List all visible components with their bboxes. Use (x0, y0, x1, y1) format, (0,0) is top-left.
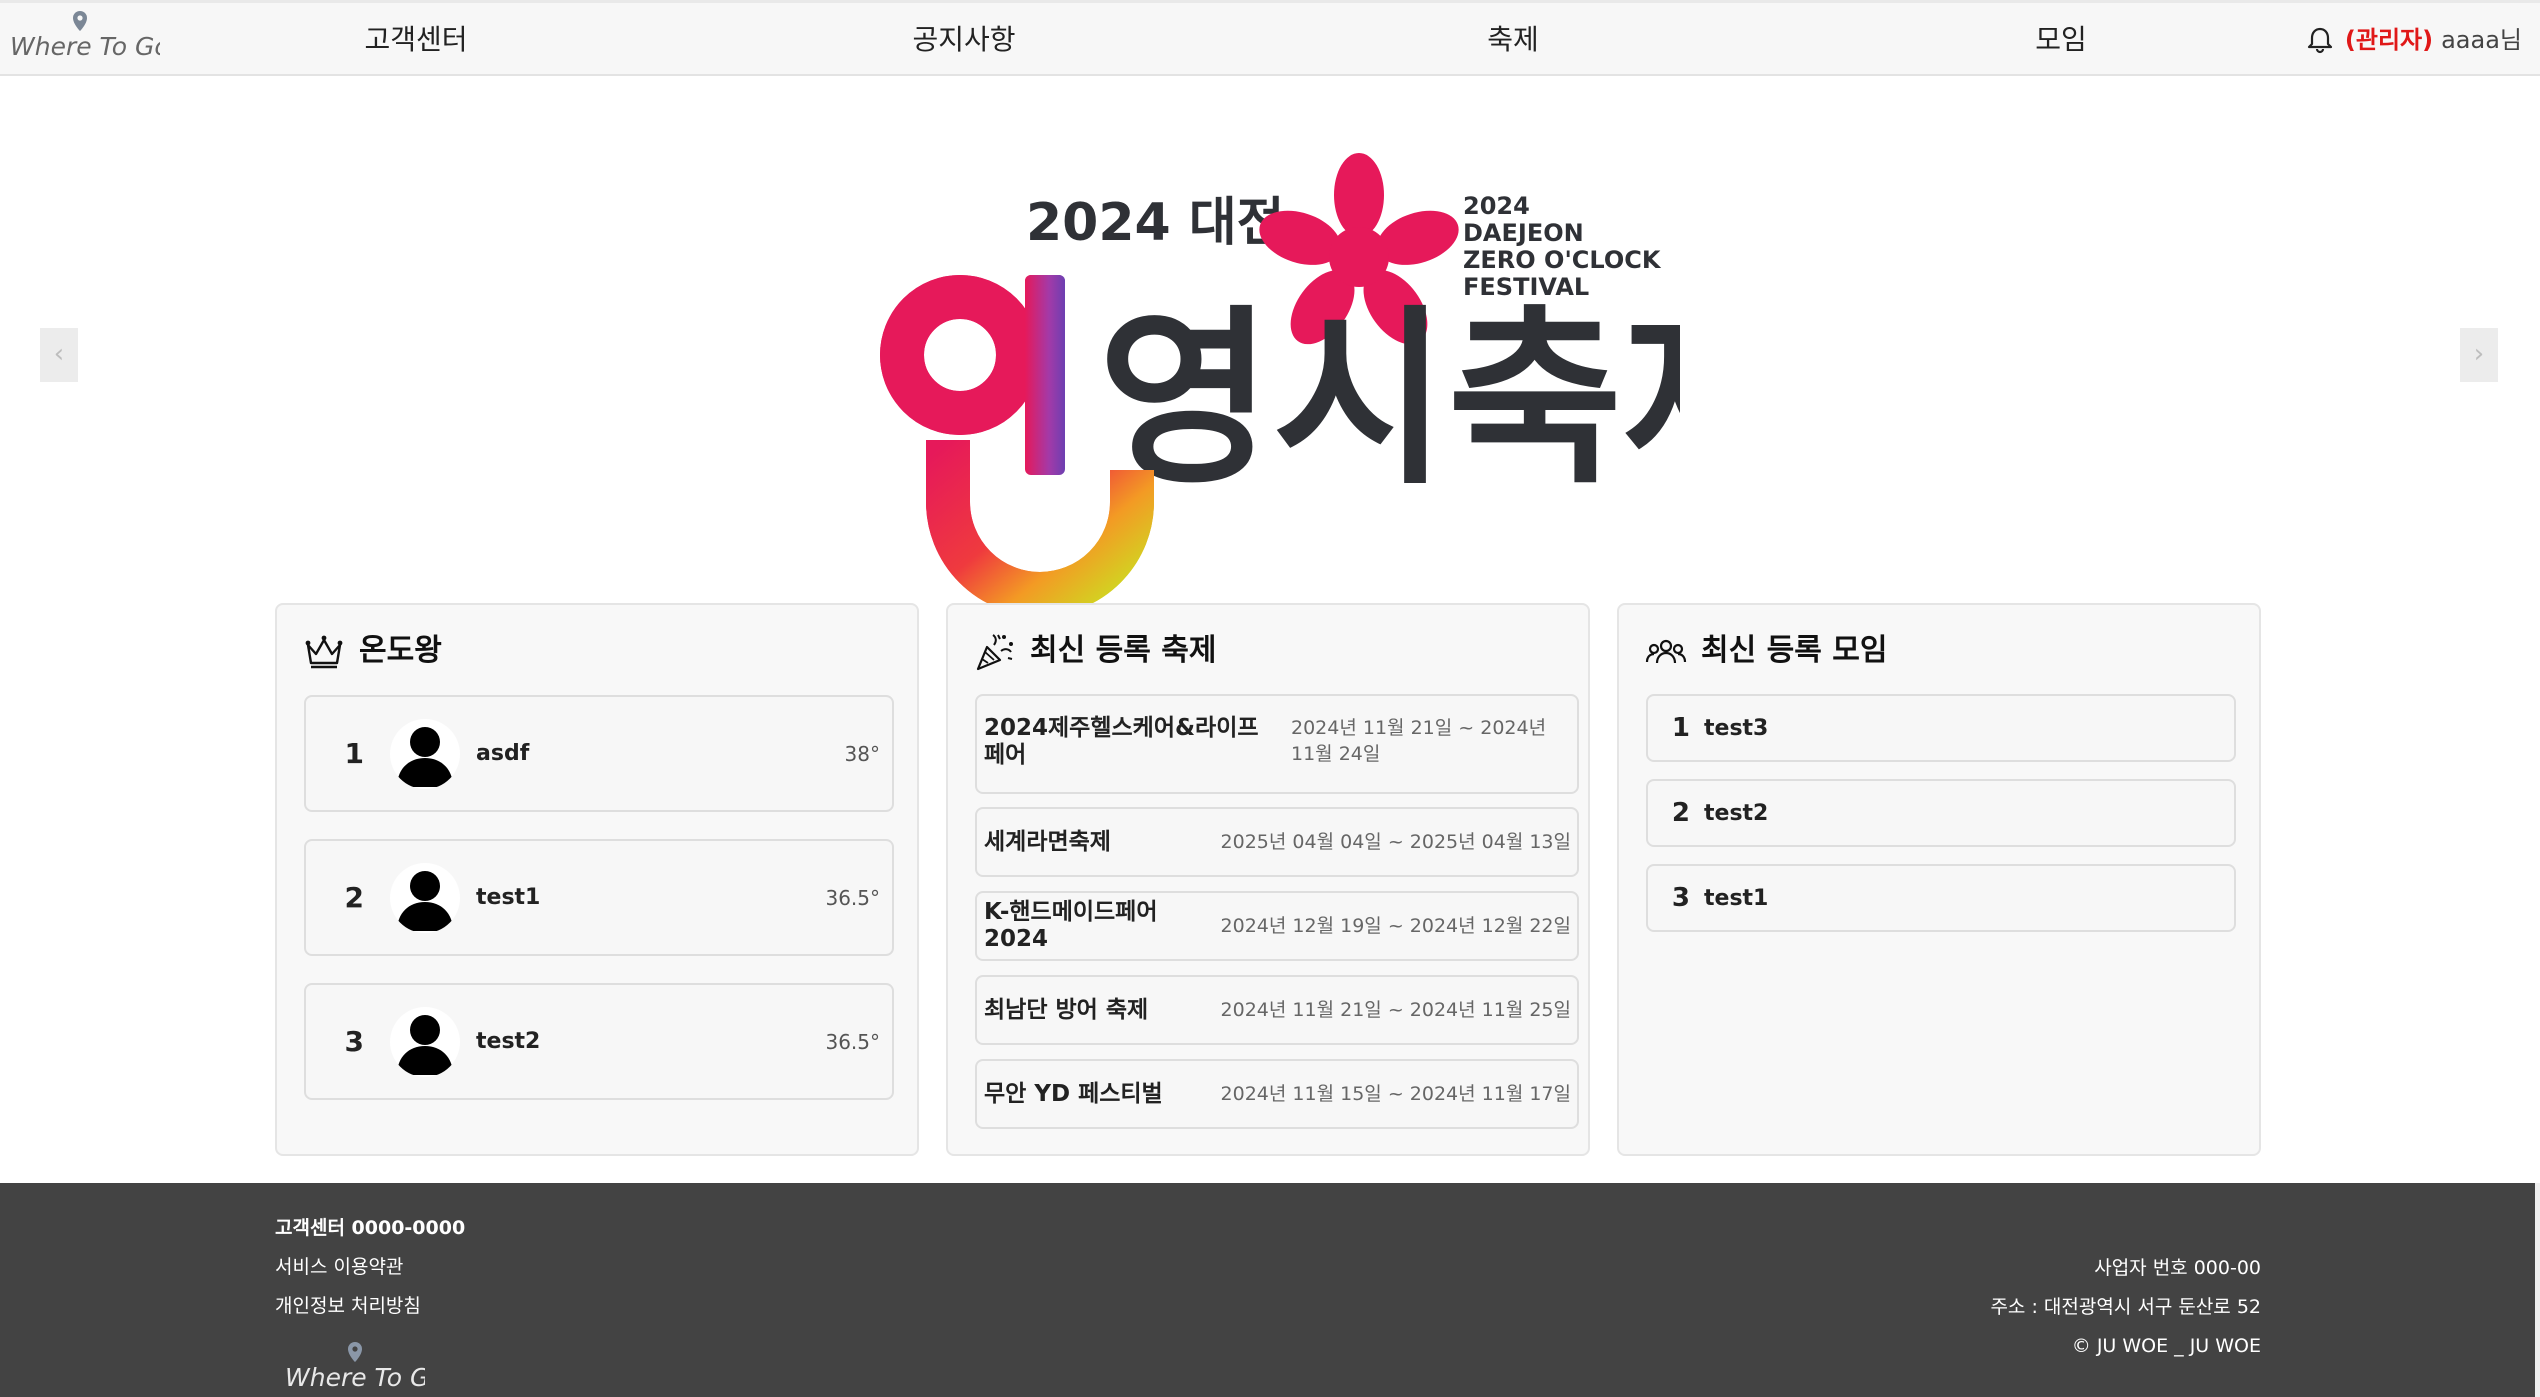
festivals-card-header: 최신 등록 축제 (974, 631, 1217, 671)
footer-copyright: © JU WOE _ JU WOE (2071, 1335, 2261, 1357)
meeting-number: 1 (1671, 713, 1690, 743)
crown-icon (303, 631, 345, 671)
ranking-item[interactable]: 3 test2 36.5° (304, 983, 894, 1100)
meeting-item[interactable]: 3 test1 (1646, 864, 2236, 932)
festival-name: 세계라면축제 (984, 828, 1111, 855)
meetings-card-title: 최신 등록 모임 (1701, 633, 1888, 668)
ranking-number: 1 (344, 737, 364, 770)
festival-dates: 2024년 11월 21일 ~ 2024년 11월 25일 (1220, 999, 1571, 1021)
nav-festivals[interactable]: 축제 (1487, 22, 1539, 58)
top-navigation-bar: Where To Go 고객센터 공지사항 축제 모임 (관리자) aaaa님 (0, 0, 2540, 76)
admin-badge: (관리자) (2344, 26, 2434, 54)
footer-business-number: 사업자 번호 000-00 (2094, 1257, 2261, 1279)
temperature-ranking-card: 온도왕 1 asdf 38° 2 test1 36.5° 3 test2 36.… (275, 603, 919, 1156)
meeting-name: test3 (1704, 715, 1769, 741)
meeting-name: test1 (1704, 885, 1769, 911)
user-avatar-icon (390, 1006, 460, 1077)
festival-item[interactable]: 최남단 방어 축제 2024년 11월 21일 ~ 2024년 11월 25일 (975, 975, 1579, 1045)
footer-privacy-link[interactable]: 개인정보 처리방침 (275, 1287, 465, 1326)
festival-dates: 2024년 11월 21일 ~ 2024년 11월 24일 (1291, 717, 1547, 765)
ranking-card-header: 온도왕 (303, 631, 442, 671)
ranking-username: asdf (476, 741, 530, 766)
group-icon (1645, 631, 1687, 671)
ranking-number: 2 (344, 881, 364, 914)
meeting-number: 2 (1671, 798, 1690, 828)
pin-icon (73, 11, 87, 31)
footer-phone: 고객센터 0000-0000 (275, 1217, 466, 1239)
carousel-next-button[interactable]: › (2460, 328, 2498, 382)
username-label[interactable]: aaaa님 (2441, 23, 2522, 57)
bell-icon[interactable] (2307, 26, 2333, 54)
banner-image[interactable]: 2024 대전 2024 DAEJEON ZERO O'CLOCK FESTIV… (840, 140, 1680, 650)
meeting-number: 3 (1671, 883, 1690, 913)
festivals-card-title: 최신 등록 축제 (1030, 633, 1217, 668)
ranking-item[interactable]: 1 asdf 38° (304, 695, 894, 812)
ranking-temperature: 36.5° (825, 885, 880, 910)
festival-item[interactable]: K-핸드메이드페어 2024 2024년 12월 19일 ~ 2024년 12월… (975, 891, 1579, 961)
banner-english-title: 2024 DAEJEON ZERO O'CLOCK FESTIVAL (1463, 192, 1669, 301)
ranking-number: 3 (344, 1025, 364, 1058)
festival-item[interactable]: 세계라면축제 2025년 04월 04일 ~ 2025년 04월 13일 (975, 807, 1579, 877)
meetings-card-header: 최신 등록 모임 (1645, 631, 1888, 671)
festival-dates: 2024년 11월 15일 ~ 2024년 11월 17일 (1220, 1083, 1571, 1105)
meeting-item[interactable]: 1 test3 (1646, 694, 2236, 762)
festival-name: 최남단 방어 축제 (984, 996, 1149, 1023)
footer-logo[interactable]: Where To Go (275, 1338, 425, 1397)
nav-meetings[interactable]: 모임 (2035, 22, 2087, 58)
footer-terms-link[interactable]: 서비스 이용약관 (275, 1248, 465, 1287)
pin-icon (348, 1342, 362, 1362)
festival-dates: 2024년 12월 19일 ~ 2024년 12월 22일 (1220, 915, 1571, 937)
meeting-item[interactable]: 2 test2 (1646, 779, 2236, 847)
site-footer: 고객센터 0000-0000 서비스 이용약관 개인정보 처리방침 Where … (0, 1183, 2535, 1397)
latest-meetings-card: 최신 등록 모임 1 test3 2 test2 3 test1 (1617, 603, 2261, 1156)
user-area: (관리자) aaaa님 (2307, 23, 2522, 57)
nav-customer-center[interactable]: 고객센터 (364, 22, 467, 58)
footer-address: 주소 : 대전광역시 서구 둔산로 52 (1990, 1296, 2261, 1318)
ranking-temperature: 38° (844, 741, 880, 766)
festival-name: 2024제주헬스케어&라이프페어 (984, 715, 1259, 768)
festival-banner-carousel: ‹ › 2024 대전 2024 DAEJEON ZERO O'CLOCK FE… (0, 76, 2540, 616)
banner-year-city: 2024 대전 (1026, 193, 1285, 253)
logo-text: Where To Go (10, 32, 160, 61)
party-popper-icon (974, 631, 1016, 671)
ranking-username: test2 (476, 1029, 541, 1054)
latest-festivals-card: 최신 등록 축제 2024제주헬스케어&라이프페어 2024년 11월 21일 … (946, 603, 1590, 1156)
footer-left: 고객센터 0000-0000 서비스 이용약관 개인정보 처리방침 Where … (275, 1209, 465, 1397)
ranking-item[interactable]: 2 test1 36.5° (304, 839, 894, 956)
meeting-name: test2 (1704, 800, 1769, 826)
festival-item[interactable]: 2024제주헬스케어&라이프페어 2024년 11월 21일 ~ 2024년 1… (975, 694, 1579, 794)
nav-notices[interactable]: 공지사항 (912, 22, 1015, 58)
user-avatar-icon (390, 862, 460, 933)
footer-right: 사업자 번호 000-00 주소 : 대전광역시 서구 둔산로 52 © JU … (1990, 1249, 2261, 1366)
footer-logo-text: Where To Go (285, 1363, 425, 1392)
site-logo[interactable]: Where To Go (10, 7, 160, 67)
ranking-username: test1 (476, 885, 541, 910)
festival-name: 무안 YD 페스티벌 (984, 1080, 1163, 1107)
page-scrollbar[interactable] (2535, 1183, 2540, 1397)
banner-title-text: 영시축제 (1098, 289, 1680, 510)
user-avatar-icon (390, 718, 460, 789)
festival-dates: 2025년 04월 04일 ~ 2025년 04월 13일 (1220, 831, 1571, 853)
carousel-prev-button[interactable]: ‹ (40, 328, 78, 382)
banner-title: 영시축제 (1098, 289, 1680, 510)
ranking-card-title: 온도왕 (359, 633, 442, 668)
ranking-temperature: 36.5° (825, 1029, 880, 1054)
festival-item[interactable]: 무안 YD 페스티벌 2024년 11월 15일 ~ 2024년 11월 17일 (975, 1059, 1579, 1129)
festival-name: K-핸드메이드페어 2024 (984, 899, 1158, 952)
